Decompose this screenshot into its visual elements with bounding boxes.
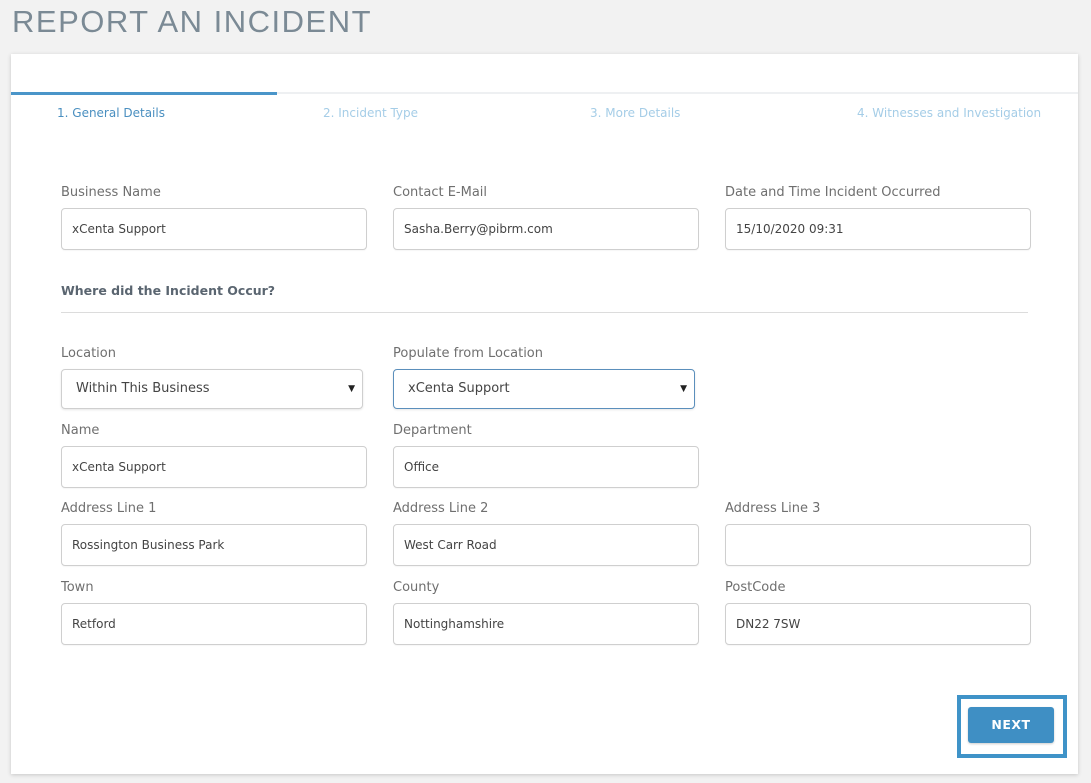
date-time-field[interactable]: 15/10/2020 09:31 xyxy=(725,208,1031,250)
dropdown-arrow-icon: ▼ xyxy=(348,384,355,394)
contact-email-field[interactable]: Sasha.Berry@pibrm.com xyxy=(393,208,699,250)
address-line-2-label: Address Line 2 xyxy=(393,501,489,516)
location-select[interactable]: Within This Business ▼ xyxy=(61,369,363,409)
address-line-3-label: Address Line 3 xyxy=(725,501,821,516)
business-name-label: Business Name xyxy=(61,185,161,200)
address-line-1-field[interactable]: Rossington Business Park xyxy=(61,524,367,566)
step-more-details[interactable]: 3. More Details xyxy=(590,106,680,120)
address-line-1-label: Address Line 1 xyxy=(61,501,157,516)
step-general-details[interactable]: 1. General Details xyxy=(57,106,165,120)
populate-from-location-select[interactable]: xCenta Support ▼ xyxy=(393,369,695,409)
active-step-indicator xyxy=(11,92,277,95)
address-line-2-field[interactable]: West Carr Road xyxy=(393,524,699,566)
name-field[interactable]: xCenta Support xyxy=(61,446,367,488)
address-line-3-field[interactable] xyxy=(725,524,1031,566)
dropdown-arrow-icon: ▼ xyxy=(680,384,687,394)
location-select-value: Within This Business xyxy=(76,381,210,396)
location-section-heading: Where did the Incident Occur? xyxy=(61,283,276,298)
contact-email-label: Contact E-Mail xyxy=(393,185,488,200)
populate-from-location-label: Populate from Location xyxy=(393,346,543,361)
page-title: REPORT AN INCIDENT xyxy=(12,4,373,39)
department-field[interactable]: Office xyxy=(393,446,699,488)
town-field[interactable]: Retford xyxy=(61,603,367,645)
next-button[interactable]: NEXT xyxy=(968,707,1054,743)
step-incident-type[interactable]: 2. Incident Type xyxy=(323,106,418,120)
postcode-field[interactable]: DN22 7SW xyxy=(725,603,1031,645)
county-label: County xyxy=(393,580,440,595)
department-label: Department xyxy=(393,423,472,438)
location-label: Location xyxy=(61,346,116,361)
section-divider xyxy=(61,312,1028,313)
date-time-label: Date and Time Incident Occurred xyxy=(725,185,941,200)
business-name-field[interactable]: xCenta Support xyxy=(61,208,367,250)
postcode-label: PostCode xyxy=(725,580,786,595)
town-label: Town xyxy=(61,580,94,595)
county-field[interactable]: Nottinghamshire xyxy=(393,603,699,645)
wizard-stepper: 1. General Details 2. Incident Type 3. M… xyxy=(11,92,1078,134)
name-label: Name xyxy=(61,423,100,438)
step-witnesses-investigation[interactable]: 4. Witnesses and Investigation xyxy=(857,106,1041,120)
populate-from-location-value: xCenta Support xyxy=(408,381,510,396)
incident-form-card: 1. General Details 2. Incident Type 3. M… xyxy=(11,54,1078,774)
